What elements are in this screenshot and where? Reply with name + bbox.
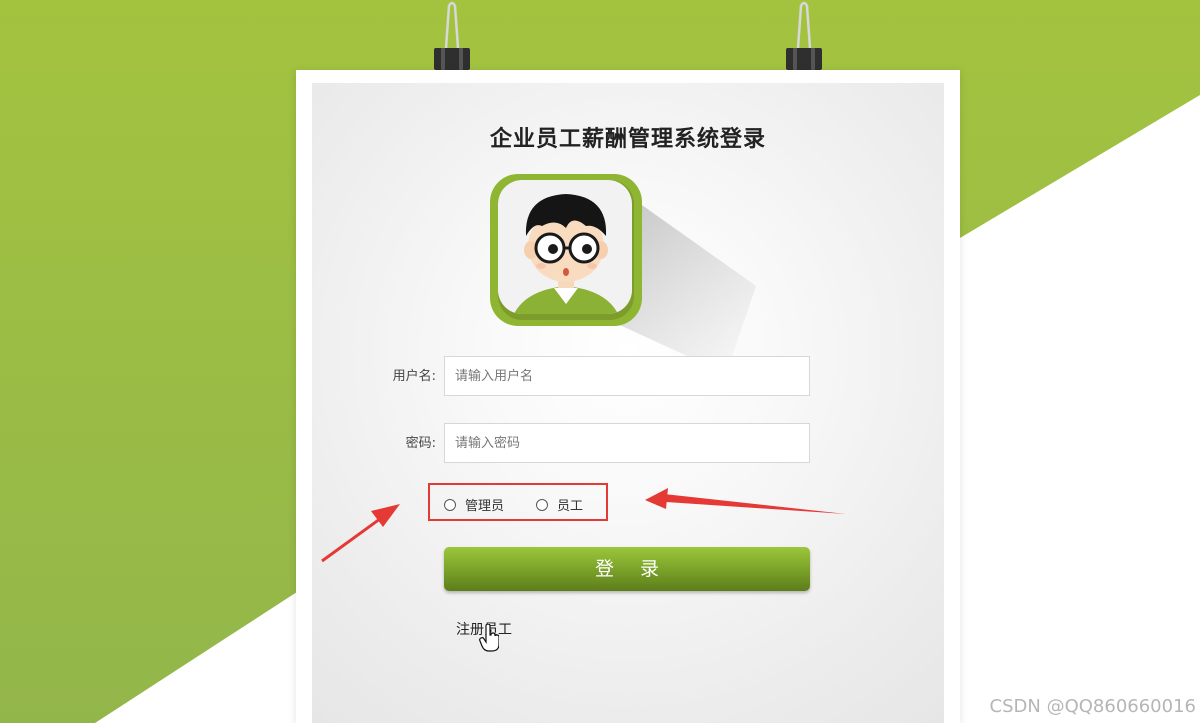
role-admin-label: 管理员 <box>465 499 505 514</box>
page-title: 企业员工薪酬管理系统登录 <box>489 127 766 152</box>
username-input[interactable] <box>444 356 810 396</box>
binder-clip-icon <box>786 1 822 70</box>
username-label: 用户名: <box>392 369 436 384</box>
login-panel: 企业员工薪酬管理系统登录 用户名: 请输入用户名 密码: 管理员 员工 登 录 … <box>312 83 944 723</box>
role-selection-highlight: 管理员 员工 <box>428 483 608 521</box>
binder-clip-icon <box>434 1 470 70</box>
hand-pointer-icon <box>479 624 499 652</box>
radio-button-icon[interactable] <box>536 498 548 511</box>
login-card: 企业员工薪酬管理系统登录 用户名: 请输入用户名 密码: 管理员 员工 登 录 … <box>296 70 960 723</box>
role-option-admin[interactable]: 管理员 <box>444 495 504 514</box>
role-option-employee[interactable]: 员工 <box>536 495 583 514</box>
role-employee-label: 员工 <box>557 499 584 514</box>
csdn-watermark: CSDN @QQ860660016 <box>989 696 1196 717</box>
radio-button-icon[interactable] <box>444 498 456 511</box>
cartoon-avatar-icon <box>490 174 756 374</box>
password-input[interactable] <box>444 423 810 463</box>
password-label: 密码: <box>405 436 436 451</box>
login-button[interactable]: 登 录 <box>444 547 810 591</box>
